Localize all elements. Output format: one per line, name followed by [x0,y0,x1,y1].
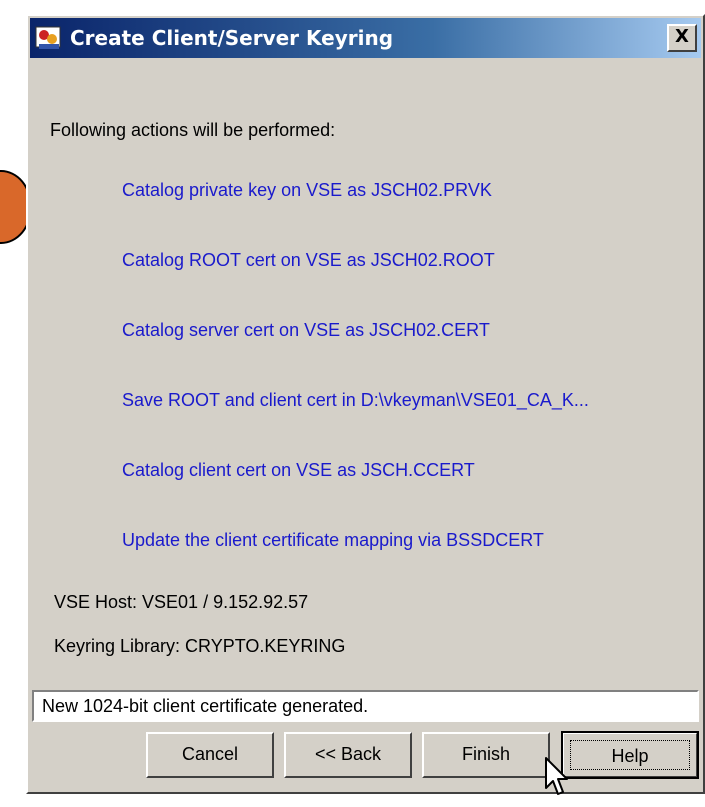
window-title: Create Client/Server Keyring [70,26,394,50]
title-bar[interactable]: Create Client/Server Keyring X [30,18,701,58]
action-item: Update the client certificate mapping vi… [122,530,544,550]
keyring-library-label: Keyring Library: CRYPTO.KEYRING [54,636,346,656]
vse-host-label: VSE Host: VSE01 / 9.152.92.57 [54,592,309,612]
dialog-window: Create Client/Server Keyring X Following… [26,14,705,795]
status-bar: New 1024-bit client certificate generate… [32,690,699,722]
action-item: Save ROOT and client cert in D:\vkeyman\… [122,390,589,410]
dialog-content: Following actions will be performed: Cat… [28,60,703,676]
mouse-pointer-icon [545,757,568,795]
keyring-app-icon [35,26,61,49]
close-icon[interactable]: X [667,24,697,52]
action-item: Catalog private key on VSE as JSCH02.PRV… [122,180,492,200]
back-button[interactable]: << Back [284,732,412,778]
cancel-button[interactable]: Cancel [146,732,274,778]
action-item: Catalog server cert on VSE as JSCH02.CER… [122,320,490,340]
actions-intro: Following actions will be performed: [50,120,336,140]
help-button-label: Help [570,740,690,770]
finish-button[interactable]: Finish [422,732,550,778]
help-button[interactable]: Help [561,731,699,779]
action-item: Catalog client cert on VSE as JSCH.CCERT [122,460,475,480]
action-item: Catalog ROOT cert on VSE as JSCH02.ROOT [122,250,495,270]
